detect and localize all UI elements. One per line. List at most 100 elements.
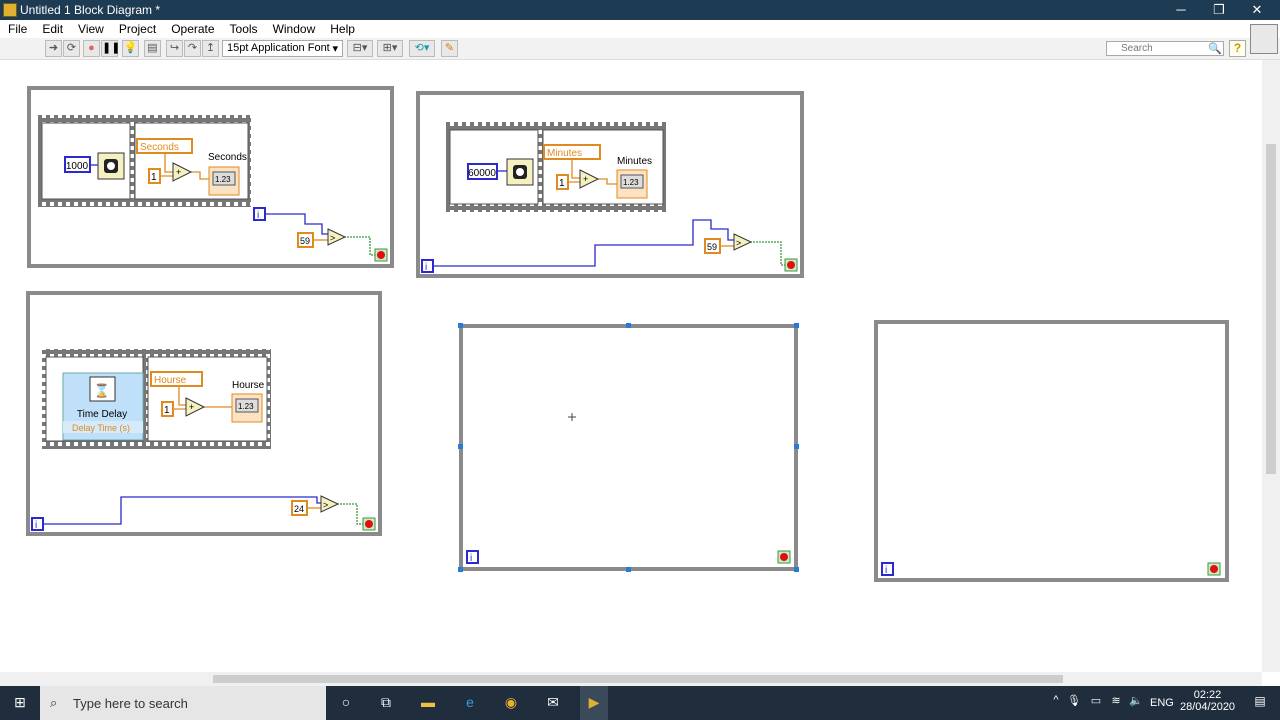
search-icon[interactable]: 🔍 bbox=[1208, 42, 1222, 55]
menu-tools[interactable]: Tools bbox=[222, 20, 265, 38]
step-out-icon[interactable]: ↥ bbox=[202, 40, 219, 57]
selection-handles[interactable] bbox=[458, 323, 799, 572]
iteration-terminal[interactable]: i bbox=[466, 550, 479, 564]
step-over-icon[interactable]: ↷ bbox=[184, 40, 201, 57]
menu-window[interactable]: Window bbox=[265, 20, 323, 38]
menu-edit[interactable]: Edit bbox=[34, 20, 70, 38]
pause-icon[interactable]: ❚❚ bbox=[101, 40, 120, 57]
stop-condition-icon[interactable] bbox=[777, 550, 791, 564]
constant-1-minutes[interactable]: 1 bbox=[556, 174, 569, 190]
svg-text:59: 59 bbox=[707, 242, 717, 252]
labview-taskbar-icon[interactable]: ▶ bbox=[580, 686, 608, 720]
horizontal-scroll-thumb[interactable] bbox=[213, 675, 1063, 683]
svg-text:1000: 1000 bbox=[66, 161, 89, 172]
svg-text:i: i bbox=[470, 553, 472, 564]
search-input[interactable]: Search bbox=[1106, 41, 1224, 56]
stop-condition-icon[interactable] bbox=[1207, 562, 1221, 576]
run-continuously-icon[interactable]: ⟳ bbox=[63, 40, 80, 57]
windows-start-icon[interactable]: ⊞ bbox=[10, 694, 30, 712]
close-button[interactable]: ✕ bbox=[1242, 2, 1272, 18]
constant-1000[interactable]: 1000 bbox=[64, 156, 91, 173]
align-objects-icon[interactable]: ⊟▾ bbox=[347, 40, 373, 57]
retain-wire-values-icon[interactable]: ▤ bbox=[144, 40, 161, 57]
constant-1-seconds[interactable]: 1 bbox=[148, 168, 161, 184]
menu-help[interactable]: Help bbox=[322, 20, 362, 38]
while-loop-empty-1[interactable] bbox=[459, 324, 798, 571]
language-indicator[interactable]: ENG bbox=[1150, 697, 1174, 709]
svg-text:+: + bbox=[176, 167, 181, 177]
svg-text:1.23: 1.23 bbox=[215, 175, 231, 184]
iteration-terminal[interactable]: i bbox=[31, 517, 44, 531]
iteration-terminal[interactable]: i bbox=[881, 562, 894, 576]
minimize-button[interactable]: ─ bbox=[1166, 2, 1196, 17]
wait-ms-icon[interactable] bbox=[506, 158, 534, 186]
chrome-icon[interactable]: ◉ bbox=[501, 694, 521, 712]
greater-than-icon[interactable]: > bbox=[327, 228, 347, 246]
local-variable-hourse[interactable]: Hourse bbox=[150, 371, 203, 387]
numeric-indicator-hourse[interactable]: 1.23 bbox=[231, 393, 263, 423]
wait-ms-icon[interactable] bbox=[97, 152, 125, 180]
stop-condition-icon[interactable] bbox=[362, 517, 376, 531]
notifications-icon[interactable]: ▤ bbox=[1250, 694, 1270, 712]
svg-text:i: i bbox=[257, 210, 259, 221]
mail-icon[interactable]: ✉ bbox=[543, 694, 563, 712]
maximize-button[interactable]: ❐ bbox=[1204, 2, 1234, 18]
vertical-scroll-thumb[interactable] bbox=[1266, 144, 1276, 474]
svg-text:>: > bbox=[330, 233, 335, 243]
iteration-terminal[interactable]: i bbox=[253, 207, 266, 221]
svg-text:Time Delay: Time Delay bbox=[77, 409, 127, 420]
wifi-icon[interactable]: ≋ bbox=[1106, 694, 1126, 712]
iteration-terminal[interactable]: i bbox=[421, 259, 434, 273]
svg-text:Delay Time (s): Delay Time (s) bbox=[72, 423, 130, 433]
while-loop-empty-2[interactable] bbox=[874, 320, 1229, 582]
constant-24[interactable]: 24 bbox=[291, 500, 308, 516]
distribute-objects-icon[interactable]: ⊞▾ bbox=[377, 40, 403, 57]
microphone-icon[interactable]: 🎙 bbox=[1064, 694, 1084, 712]
svg-text:+: + bbox=[189, 402, 194, 412]
title-bar: Untitled 1 Block Diagram * ─ ❐ ✕ bbox=[0, 0, 1280, 20]
greater-than-icon[interactable]: > bbox=[320, 495, 340, 513]
battery-icon[interactable]: ▭ bbox=[1086, 694, 1106, 712]
indicator-label-hourse: Hourse bbox=[232, 380, 265, 391]
local-variable-seconds[interactable]: Seconds bbox=[136, 138, 193, 154]
constant-59[interactable]: 59 bbox=[297, 232, 314, 248]
clean-up-diagram-icon[interactable]: ✎ bbox=[441, 40, 458, 57]
clock-date: 28/04/2020 bbox=[1180, 701, 1236, 713]
toolbar: ➜ ⟳ ● ❚❚ 💡 ▤ ↪ ↷ ↥ 15pt Application Font… bbox=[0, 38, 1280, 60]
menu-project[interactable]: Project bbox=[111, 20, 163, 38]
vertical-scrollbar[interactable] bbox=[1262, 60, 1280, 672]
edge-icon[interactable]: e bbox=[460, 694, 480, 712]
menu-operate[interactable]: Operate bbox=[163, 20, 221, 38]
clock[interactable]: 02:22 28/04/2020 bbox=[1180, 689, 1235, 713]
local-variable-minutes[interactable]: Minutes bbox=[543, 144, 601, 160]
horizontal-scrollbar[interactable] bbox=[0, 672, 1262, 686]
highlight-execution-icon[interactable]: 💡 bbox=[122, 40, 139, 57]
run-arrow-icon[interactable]: ➜ bbox=[45, 40, 62, 57]
stop-condition-icon[interactable] bbox=[784, 258, 798, 272]
file-explorer-icon[interactable]: ▬ bbox=[418, 694, 438, 712]
numeric-indicator-minutes[interactable]: 1.23 bbox=[616, 169, 648, 199]
constant-59[interactable]: 59 bbox=[704, 238, 721, 254]
greater-than-icon[interactable]: > bbox=[733, 233, 753, 251]
volume-icon[interactable]: 🔈 bbox=[1126, 694, 1146, 712]
abort-icon[interactable]: ● bbox=[83, 40, 100, 57]
menu-file[interactable]: File bbox=[0, 20, 34, 38]
menu-view[interactable]: View bbox=[70, 20, 111, 38]
chevron-down-icon: ▾ bbox=[332, 43, 338, 55]
time-delay-express-vi[interactable]: ⌛ Time Delay Delay Time (s) bbox=[62, 372, 144, 441]
context-help-button[interactable]: ? bbox=[1229, 40, 1246, 57]
block-diagram-canvas[interactable]: 1000 Seconds 1 + Seconds 1.23 i 59 > 600… bbox=[0, 60, 1262, 672]
task-view-icon[interactable]: ⧉ bbox=[376, 694, 396, 712]
svg-text:Seconds: Seconds bbox=[140, 142, 179, 153]
font-select[interactable]: 15pt Application Font ▾ bbox=[222, 40, 343, 57]
cortana-icon[interactable]: ○ bbox=[336, 694, 356, 712]
step-into-icon[interactable]: ↪ bbox=[166, 40, 183, 57]
numeric-indicator-seconds[interactable]: 1.23 bbox=[208, 166, 240, 196]
taskbar-search-input[interactable]: Type here to search bbox=[40, 686, 326, 720]
vi-icon[interactable] bbox=[1250, 24, 1278, 54]
reorder-icon[interactable]: ⟲▾ bbox=[409, 40, 435, 57]
stop-condition-icon[interactable] bbox=[374, 248, 388, 262]
constant-1-hours[interactable]: 1 bbox=[161, 401, 174, 417]
constant-60000[interactable]: 60000 bbox=[467, 163, 498, 180]
chevron-up-icon[interactable]: ^ bbox=[1046, 694, 1066, 712]
